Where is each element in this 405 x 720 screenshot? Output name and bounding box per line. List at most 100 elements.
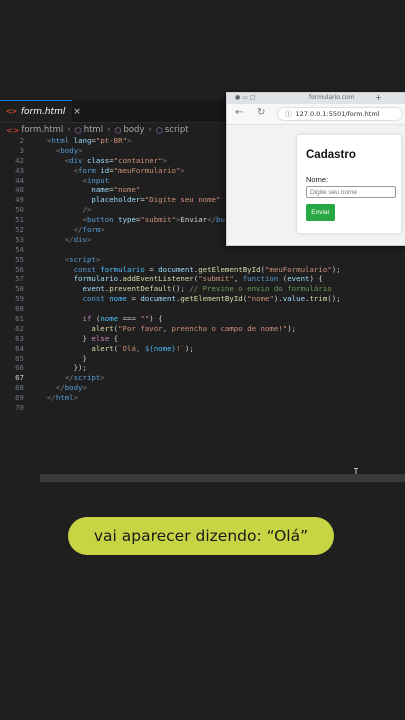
line-number: 60 <box>15 304 24 314</box>
code-token: < <box>38 175 87 185</box>
code-token: < <box>38 165 79 175</box>
html-file-icon: <> <box>6 106 17 117</box>
line-number: 61 <box>15 314 24 324</box>
code-token: script <box>73 373 101 383</box>
code-token: "nome" <box>113 185 141 195</box>
code-token: "" <box>140 314 150 324</box>
breadcrumb-item[interactable]: script <box>165 125 189 135</box>
code-token: ); <box>184 343 194 353</box>
submit-button[interactable]: Enviar <box>306 204 335 221</box>
caption-bubble: vai aparecer dizendo: “Olá” <box>68 517 334 555</box>
code-token: "meuFormulario" <box>264 264 332 274</box>
tab-form-html[interactable]: <> form.html × <box>0 100 81 122</box>
code-token: </ <box>38 225 83 235</box>
code-token: input <box>86 175 110 185</box>
code-token: value <box>282 294 306 304</box>
code-token: = <box>144 264 159 274</box>
code-token: formulario <box>95 264 145 274</box>
code-token: > <box>100 225 105 235</box>
tab-label: form.html <box>20 106 66 117</box>
code-token: "submit" <box>198 274 234 284</box>
line-number: 68 <box>15 383 24 393</box>
breadcrumb-item[interactable]: form.html <box>21 125 63 135</box>
line-number: 48 <box>15 185 24 195</box>
code-token: </ <box>38 393 56 403</box>
code-token: } <box>38 353 87 363</box>
code-token: form <box>78 165 96 175</box>
code-token: document <box>158 264 194 274</box>
line-number: 70 <box>15 403 24 413</box>
breadcrumb-item[interactable]: body <box>123 125 144 135</box>
code-line[interactable]: 67 </script> <box>0 373 405 383</box>
page-title: Cadastro <box>306 149 356 161</box>
line-number: 50 <box>15 205 24 215</box>
code-token: type <box>113 215 136 225</box>
code-token: { <box>109 333 119 343</box>
code-line[interactable]: 60 <box>0 304 405 314</box>
code-line[interactable]: 58 event.preventDefault(); // Previne o … <box>0 284 405 294</box>
element-icon: ⬡ <box>114 125 122 135</box>
browser-tabstrip: ● ▭ ▢ formulario.com + <box>227 93 405 104</box>
code-token: > <box>78 145 83 155</box>
line-number: 55 <box>15 254 24 264</box>
code-line[interactable]: 69 </html> <box>0 393 405 403</box>
code-token: nome <box>153 343 172 353</box>
element-icon: ⬡ <box>74 125 82 135</box>
code-line[interactable]: 57 formulario.addEventListener("submit",… <box>0 274 405 284</box>
code-line[interactable]: 65 } <box>0 354 405 364</box>
code-token: button <box>86 215 114 225</box>
code-line[interactable]: 68 </body> <box>0 383 405 393</box>
code-line[interactable]: 66 }); <box>0 363 405 373</box>
code-token: getElementById <box>180 294 243 304</box>
code-line[interactable]: 59 const nome = document.getElementById(… <box>0 294 405 304</box>
code-token: event <box>38 284 105 294</box>
close-icon[interactable]: × <box>73 107 81 117</box>
code-token: > <box>162 155 168 165</box>
code-line[interactable]: 55 <script> <box>0 255 405 265</box>
window-controls-icon[interactable]: ● ▭ ▢ <box>235 94 255 101</box>
line-number: 42 <box>15 155 24 165</box>
code-token: preventDefault <box>109 284 172 294</box>
code-token: // Previne o envio do formulário <box>189 284 332 294</box>
code-line[interactable]: 61 if (nome === "") { <box>0 314 405 324</box>
horizontal-scrollbar[interactable] <box>40 474 405 482</box>
browser-tab-label[interactable]: formulario.com <box>309 94 355 101</box>
line-number: 53 <box>15 234 24 244</box>
code-line[interactable]: 70 <box>0 403 405 413</box>
code-line[interactable]: 54 <box>0 245 405 255</box>
code-line[interactable]: 62 alert("Por favor, preencha o campo de… <box>0 324 405 334</box>
code-token: </ <box>38 373 74 383</box>
code-token: if <box>38 314 92 324</box>
browser-window: ● ▭ ▢ formulario.com + ← ↻ ⓘ 127.0.0.1:55… <box>226 92 405 246</box>
code-token: "Por favor, preencha o campo de nome!" <box>118 323 288 333</box>
code-line[interactable]: 64 alert(`Olá, ${nome}!`); <box>0 344 405 354</box>
url-text: 127.0.0.1:5501/form.html <box>295 110 380 118</box>
line-number: 62 <box>15 323 24 333</box>
info-icon: ⓘ <box>285 110 292 118</box>
line-number: 43 <box>15 165 24 175</box>
line-number: 65 <box>15 353 24 363</box>
code-token: placeholder <box>38 195 141 205</box>
caption-text: vai aparecer dizendo: “Olá” <box>93 527 309 545</box>
code-token: (); <box>171 284 190 294</box>
code-token: > <box>100 373 105 383</box>
breadcrumb-item[interactable]: html <box>84 125 103 135</box>
line-number: 63 <box>15 333 24 343</box>
back-arrow-icon[interactable]: ← <box>235 107 243 118</box>
new-tab-icon[interactable]: + <box>375 93 382 102</box>
name-label: Nome: <box>306 175 329 184</box>
breadcrumb: <> form.html › ⬡ html › ⬡ body › ⬡ scrip… <box>6 123 189 137</box>
address-bar[interactable]: ⓘ 127.0.0.1:5501/form.html <box>277 107 403 121</box>
name-input[interactable] <box>306 186 396 198</box>
code-token: </ <box>207 215 217 225</box>
form-card: Cadastro Nome: Enviar <box>297 135 401 233</box>
line-number: 44 <box>15 175 24 185</box>
code-token: < <box>38 136 52 145</box>
code-line[interactable]: 63 } else { <box>0 334 405 344</box>
code-token: < <box>38 254 70 264</box>
code-token: ). <box>273 294 283 304</box>
code-line[interactable]: 56 const formulario = document.getElemen… <box>0 265 405 275</box>
reload-icon[interactable]: ↻ <box>257 107 265 118</box>
code-token: "nome" <box>247 294 274 304</box>
line-number: 3 <box>19 145 24 155</box>
